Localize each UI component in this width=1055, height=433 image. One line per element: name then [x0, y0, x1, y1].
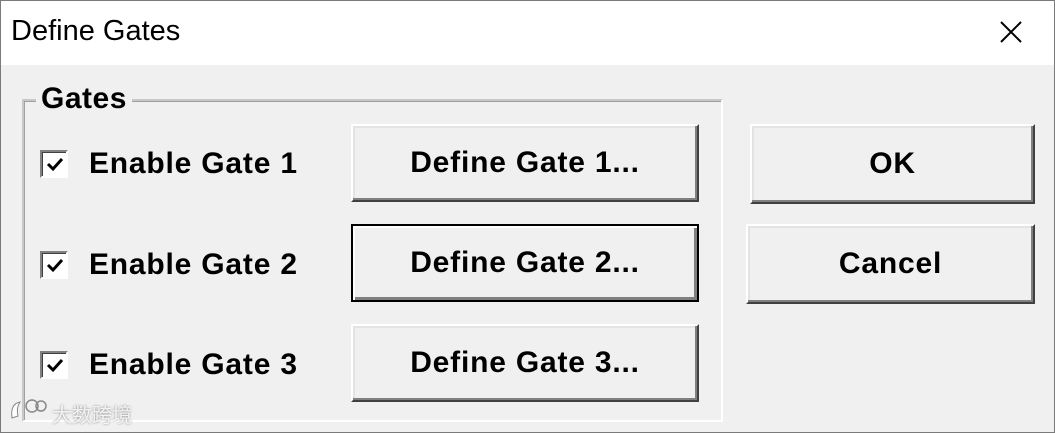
enable-gate-1-checkbox-row[interactable]: Enable Gate 1: [40, 146, 298, 182]
title-bar: Define Gates: [1, 1, 1054, 65]
gates-group-label: Gates: [36, 82, 132, 116]
define-gate-1-button[interactable]: Define Gate 1...: [351, 124, 699, 202]
window-title: Define Gates: [11, 15, 181, 47]
enable-gate-1-checkbox[interactable]: [40, 150, 68, 178]
enable-gate-3-label: Enable Gate 3: [89, 348, 298, 381]
enable-gate-1-label: Enable Gate 1: [89, 147, 298, 180]
enable-gate-2-checkbox-row[interactable]: Enable Gate 2: [40, 247, 298, 283]
logo-icon: [8, 398, 48, 428]
define-gate-2-button[interactable]: Define Gate 2...: [351, 224, 699, 302]
enable-gate-3-checkbox-row[interactable]: Enable Gate 3: [40, 347, 298, 383]
enable-gate-2-checkbox[interactable]: [40, 251, 68, 279]
define-gate-3-button[interactable]: Define Gate 3...: [351, 324, 699, 402]
watermark: 大数跨境: [8, 398, 132, 428]
close-button[interactable]: [968, 1, 1054, 65]
enable-gate-2-label: Enable Gate 2: [89, 248, 298, 281]
ok-button[interactable]: OK: [750, 124, 1035, 204]
enable-gate-3-checkbox[interactable]: [40, 351, 68, 379]
watermark-text: 大数跨境: [52, 404, 132, 427]
cancel-button[interactable]: Cancel: [746, 224, 1035, 304]
